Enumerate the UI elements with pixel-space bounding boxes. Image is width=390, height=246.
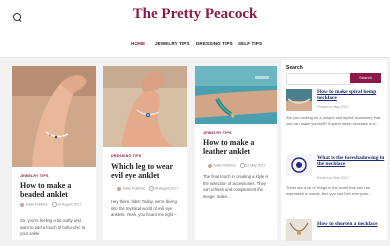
clock-icon [239, 163, 245, 168]
nav-item-self-tips[interactable]: SELF TIPS [238, 41, 262, 46]
clock-icon [51, 202, 57, 207]
sidebar-item-thumbnail[interactable] [286, 89, 312, 111]
search-heading: Search [286, 65, 303, 71]
post-image[interactable] [12, 66, 96, 167]
nav-item-dressing-tips[interactable]: DRESSING TIPS [196, 41, 233, 46]
sidebar: Search Search How to make spiral hemp ne… [281, 60, 387, 241]
site-title[interactable]: The Pretty Peacock [0, 6, 390, 23]
post-category[interactable]: JEWELRY TIPS [203, 131, 232, 135]
post-author[interactable]: Adele Robbins [26, 202, 48, 206]
sidebar-item-title[interactable]: How to shorten a necklace [317, 221, 385, 227]
post-meta: Adele Robbins 12 May 2021 [208, 163, 265, 168]
avatar [208, 163, 212, 168]
sidebar-item-text: Are you looking for a unique and stylish… [286, 115, 381, 126]
post-title[interactable]: How to make a leather anklet [203, 138, 273, 156]
post-date: 10 August 2021 [57, 202, 82, 207]
post-image[interactable] [103, 66, 187, 147]
post-date: 08 August 2021 [154, 186, 179, 191]
sidebar-item-title[interactable]: How to make spiral hemp necklace [317, 89, 385, 101]
nav-item-home[interactable]: HOME [131, 41, 145, 46]
post-meta: Adele Robbins 10 August 2021 [20, 202, 81, 207]
post-meta: Adele Robbins 08 August 2021 [117, 186, 178, 191]
post-category[interactable]: JEWELRY TIPS [20, 174, 49, 178]
post-category[interactable]: DRESSING TIPS [111, 154, 141, 158]
post-card: JEWELRY TIPS How to make a leather ankle… [195, 66, 277, 240]
post-author[interactable]: Adele Robbins [214, 163, 236, 167]
site-header: The Pretty Peacock [0, 0, 390, 35]
post-excerpt: So, you're feeling a bit crafty and want… [20, 218, 86, 236]
search-button[interactable]: Search [350, 73, 381, 83]
post-author[interactable]: Adele Robbins [123, 186, 145, 190]
search-input[interactable] [286, 73, 354, 85]
post-card: JEWELRY TIPS How to make a beaded anklet… [12, 66, 96, 240]
post-image[interactable] [195, 66, 277, 124]
post-excerpt: Hey there, fabs! Today, we're diving int… [111, 199, 177, 217]
clock-icon [148, 186, 154, 191]
post-card: DRESSING TIPS Which leg to wear evil eye… [103, 66, 187, 240]
sidebar-item-thumbnail[interactable] [286, 219, 312, 241]
post-excerpt: The final touch in creating a style is t… [203, 174, 269, 199]
nav-item-jewelry-tips[interactable]: JEWELRY TIPS [155, 41, 190, 46]
avatar [117, 186, 121, 191]
sidebar-item-title[interactable]: What is the foreshadowing in the necklac… [317, 155, 385, 167]
sidebar-item-date: Posted on May 2021 [317, 105, 349, 109]
avatar [20, 202, 24, 207]
sidebar-item-thumbnail[interactable] [286, 154, 312, 176]
post-title[interactable]: Which leg to wear evil eye anklet [111, 162, 183, 180]
sidebar-item-text: There are a lot of things in the world t… [286, 185, 372, 196]
post-date: 12 May 2021 [245, 163, 266, 168]
post-title[interactable]: How to make a beaded anklet [20, 181, 90, 199]
sidebar-item-date: Posted on May 2021 [317, 176, 349, 180]
main-nav: HOME JEWELRY TIPS DRESSING TIPS SELF TIP… [0, 35, 390, 58]
